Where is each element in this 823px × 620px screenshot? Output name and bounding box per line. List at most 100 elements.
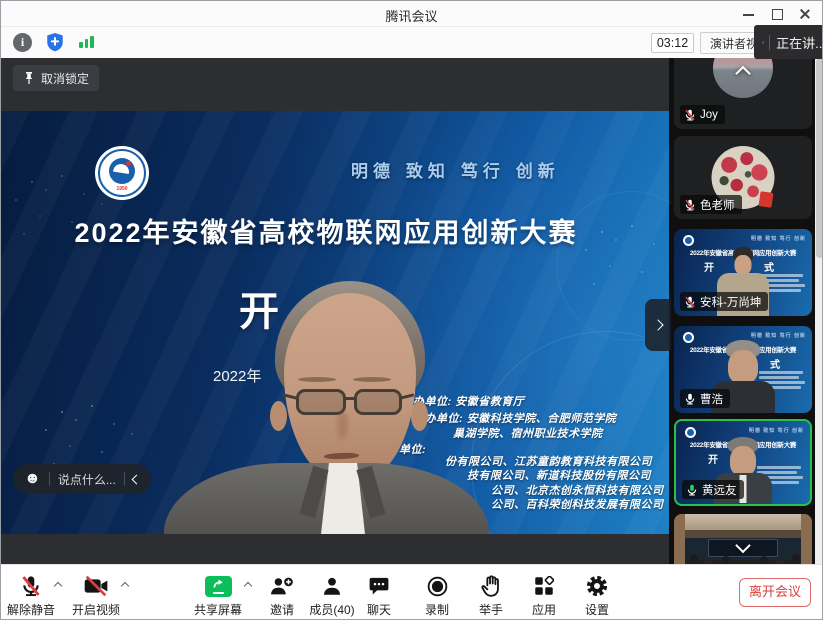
participant-tile-joy[interactable]: Joy (674, 58, 812, 129)
speaker-glasses-lens (296, 389, 346, 415)
chevron-down-icon (735, 538, 751, 554)
network-signal-icon[interactable] (79, 34, 97, 50)
speaker-nose-shadow (337, 411, 348, 439)
pill-divider (49, 472, 50, 486)
participant-tile-wanshangkun[interactable]: 明德 致知 笃行 创新 2022年安徽省高校物联网应用创新大赛 开 式 安科-万… (674, 229, 812, 316)
mini-ceremony-left: 开 (708, 451, 718, 466)
chat-placeholder[interactable]: 说点什么... (58, 471, 116, 488)
mini-ceremony-right: 式 (770, 356, 780, 371)
tencent-meeting-window: 腾讯会议 i 03:12 演讲者视图 正在讲... 取消锁定 (0, 0, 823, 620)
room-attendee (760, 556, 768, 564)
security-shield-icon[interactable] (45, 32, 65, 52)
camera-off-icon (84, 576, 108, 596)
raise-hand-icon (481, 575, 501, 597)
mini-ceremony-left: 开 (704, 259, 714, 274)
mic-on-icon (684, 393, 696, 405)
sidebar-scrollbar-thumb[interactable] (816, 58, 823, 258)
sidebar-scrollbar-track[interactable] (815, 58, 823, 564)
participant-name-badge: Joy (680, 105, 725, 124)
meeting-topbar: i 03:12 演讲者视图 (1, 27, 822, 58)
room-ceiling (674, 514, 812, 530)
participant-name-badge: 安科-万尚坤 (680, 292, 768, 311)
organizer-line: 承办单位: 安徽科技学院、合肥师范学院 (413, 410, 616, 426)
room-pillar (801, 514, 812, 564)
participant-tile-caohao[interactable]: 明德 致知 笃行 创新 2022年安徽省高校物联网应用创新大赛 式 曹浩 (674, 326, 812, 413)
mini-ceremony-right: 式 (764, 259, 774, 274)
participant-tile-huangyuanyou[interactable]: 明德 致知 笃行 创新 2022年安徽省高校物联网应用创新大赛 开 黄远友 (674, 419, 812, 506)
speaker-ear (411, 401, 428, 431)
collapse-chat-icon[interactable] (131, 474, 141, 484)
mic-muted-icon (20, 575, 42, 597)
close-button[interactable] (798, 8, 812, 20)
now-speaking-overlay: 正在讲... (754, 25, 823, 59)
mini-person-face (728, 350, 758, 384)
speaker-eyebrow (353, 377, 391, 382)
invite-person-icon (270, 576, 294, 596)
participant-tile-meeting-room[interactable] (674, 514, 812, 564)
apps-grid-icon (534, 576, 554, 596)
room-attendee (690, 554, 698, 562)
mini-slide-logo (683, 332, 694, 343)
chevron-up-icon (735, 66, 751, 82)
quick-chat-pill[interactable]: ☻ 说点什么... (13, 464, 151, 494)
settings-button[interactable]: 设置 (565, 571, 629, 619)
speaker-glasses-bridge (345, 397, 357, 400)
participant-name: 安科-万尚坤 (700, 294, 761, 310)
participant-tile-se-laoshi[interactable]: 色老师 (674, 136, 812, 219)
speaker-glasses-lens (354, 389, 402, 415)
participant-name: 曹浩 (700, 391, 723, 407)
pill-divider (124, 472, 125, 486)
speaker-ear (270, 401, 287, 431)
mini-person-face (730, 446, 756, 476)
room-pillar (674, 514, 685, 564)
start-video-button[interactable]: 开启视频 (64, 571, 128, 619)
settings-gear-icon (586, 575, 608, 597)
chat-bubble-icon (369, 576, 389, 596)
participants-sidebar: Joy 色老师 明德 致知 笃行 创新 2022年安徽省高校物联网应用创新大赛 … (669, 58, 823, 564)
unpin-label: 取消锁定 (41, 70, 89, 87)
meeting-content: 取消锁定 1950 明德 致知 笃行 创新 2022 (1, 58, 823, 564)
now-speaking-label: 正在讲... (776, 33, 823, 52)
sidebar-collapse-handle[interactable] (645, 299, 671, 351)
avatar-seal-stamp (759, 191, 774, 208)
members-person-icon (322, 576, 342, 596)
mini-slide-logo (685, 427, 696, 438)
scroll-down-button[interactable] (738, 538, 749, 556)
mini-slide-motto: 明德 致知 笃行 创新 (749, 427, 804, 434)
participant-name: 黄远友 (702, 482, 737, 498)
emoji-icon[interactable]: ☻ (24, 471, 41, 487)
maximize-button[interactable] (770, 8, 784, 20)
mic-muted-icon (684, 109, 696, 121)
participant-name-badge: 色老师 (680, 195, 742, 214)
participant-name-badge: 黄远友 (682, 480, 744, 499)
unpin-button[interactable]: 取消锁定 (13, 65, 99, 91)
record-circle-icon (427, 576, 448, 597)
chevron-right-icon (652, 319, 663, 330)
leave-meeting-button[interactable]: 离开会议 (739, 578, 811, 607)
organizer-line: 单位: (399, 441, 426, 457)
meeting-info-icon[interactable]: i (13, 33, 32, 52)
meeting-timer: 03:12 (651, 33, 694, 53)
participant-name: 色老师 (700, 197, 735, 213)
minimize-button[interactable] (742, 8, 756, 20)
window-title: 腾讯会议 (1, 6, 822, 25)
mic-muted-icon (684, 296, 696, 308)
participant-name: Joy (700, 109, 718, 121)
main-pinned-video[interactable]: 取消锁定 1950 明德 致知 笃行 创新 2022 (1, 58, 671, 564)
mini-slide-motto: 明德 致知 笃行 创新 (751, 235, 806, 242)
titlebar: 腾讯会议 (1, 1, 822, 27)
room-attendee (792, 554, 800, 562)
mini-slide-motto: 明德 致知 笃行 创新 (751, 332, 806, 339)
room-attendee (722, 556, 730, 564)
participant-name-badge: 曹浩 (680, 389, 730, 408)
scroll-up-button[interactable] (738, 66, 749, 84)
pin-icon (23, 71, 35, 85)
organizer-line: 巢湖学院、宿州职业技术学院 (453, 425, 603, 441)
speaker-eyebrow (298, 377, 336, 382)
start-video-label: 开启视频 (50, 601, 142, 618)
organizer-line: 办单位: 安徽省教育厅 (413, 393, 524, 409)
overlay-divider (769, 35, 770, 50)
mic-speaking-icon (686, 484, 698, 496)
settings-label: 设置 (551, 601, 643, 618)
muted-mic-icon (762, 35, 764, 50)
